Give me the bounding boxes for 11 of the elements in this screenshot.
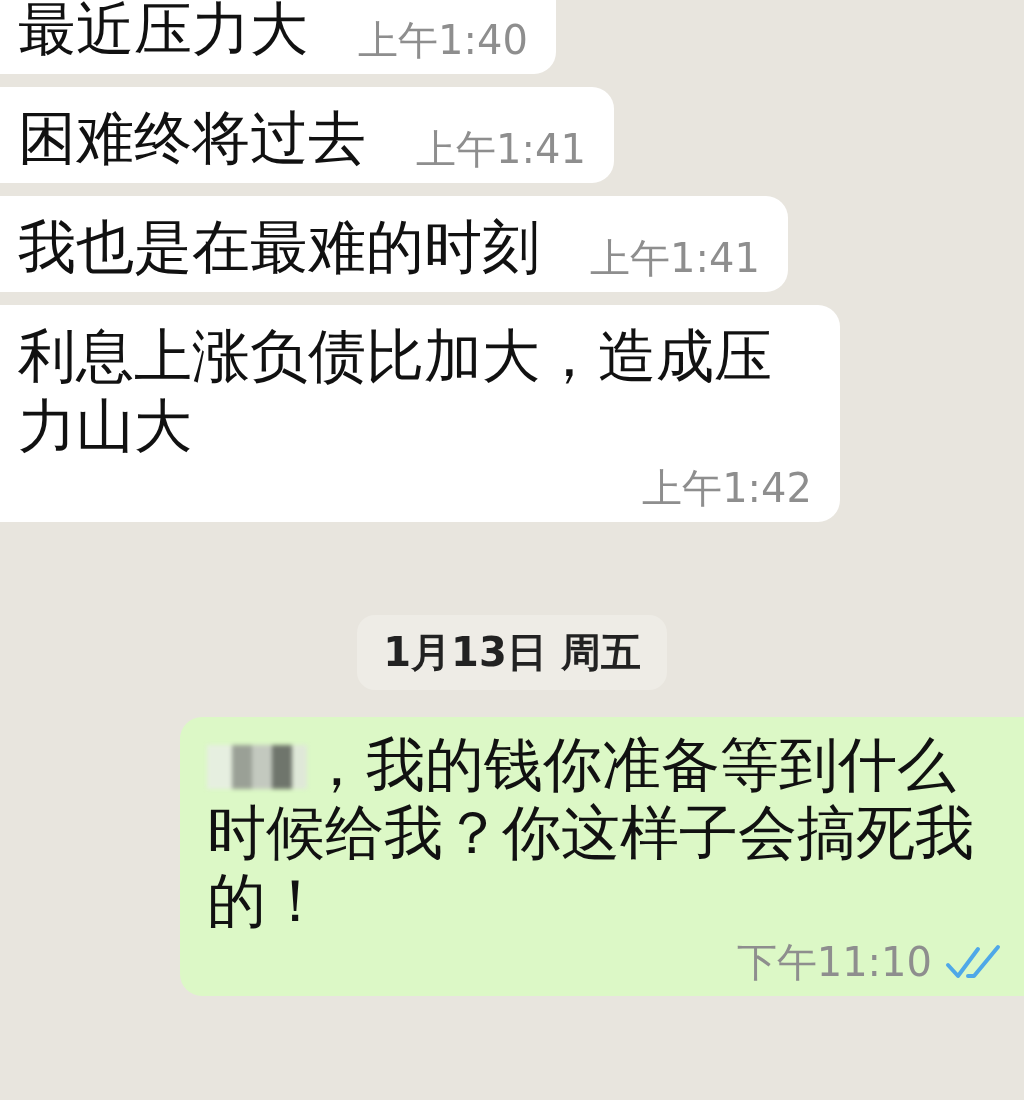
message-time: 上午1:41: [416, 125, 586, 174]
message-text: ，我的钱你准备等到什么时候给我？你这样子会搞死我的！: [207, 731, 975, 935]
message-text: 我也是在最难的时刻: [18, 212, 540, 282]
message-text: 最近压力大: [18, 0, 308, 64]
message-time: 上午1:42: [642, 464, 812, 513]
message-text: 利息上涨负债比加大，造成压力山大: [18, 321, 773, 461]
message-time: 下午11:10: [736, 938, 932, 987]
date-chip: 1月13日 周五: [357, 615, 667, 690]
message-time: 上午1:40: [358, 16, 528, 65]
message-text: 困难终将过去: [18, 103, 366, 173]
message-time: 上午1:41: [590, 234, 760, 283]
